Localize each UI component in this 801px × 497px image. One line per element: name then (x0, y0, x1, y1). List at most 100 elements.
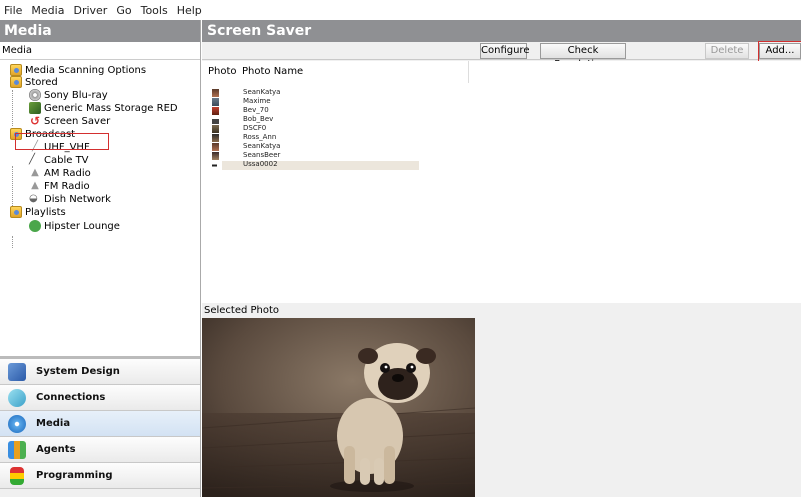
tree-item-playlists[interactable]: Playlists (10, 206, 66, 218)
menu-file[interactable]: File (4, 4, 22, 17)
photo-row[interactable]: SeanKatya (202, 88, 801, 98)
navigator: System Design Connections Media Agents P… (0, 359, 200, 497)
photo-name: Ross_Ann (243, 133, 277, 141)
nav-label: Connections (36, 392, 106, 403)
programming-icon (10, 466, 24, 485)
screen-saver-highlight (15, 133, 109, 150)
photo-thumbnail (212, 125, 219, 133)
menu-help[interactable]: Help (177, 4, 202, 17)
photo-name: DSCF0 (243, 124, 267, 132)
menu-go[interactable]: Go (116, 4, 131, 17)
antenna-icon: ▲ (31, 180, 39, 191)
column-header-photo[interactable]: Photo (208, 61, 237, 83)
menu-media[interactable]: Media (31, 4, 64, 17)
menu-tools[interactable]: Tools (141, 4, 168, 17)
tree-item-fm-radio[interactable]: ▲ FM Radio (29, 180, 90, 192)
tree-item-label: Sony Blu-ray (44, 89, 108, 101)
photo-name: SeanKatya (243, 142, 281, 150)
column-header-photo-name[interactable]: Photo Name (242, 61, 303, 83)
menu-bar: File Media Driver Go Tools Help (0, 0, 801, 20)
tree-connector (12, 236, 13, 248)
tree-item-media-scanning-options[interactable]: Media Scanning Options (10, 64, 146, 76)
photo-row[interactable]: DSCF0 (202, 124, 801, 134)
tree-connector (12, 90, 13, 126)
tree-item-label: Media Scanning Options (25, 64, 147, 76)
tree-item-label: Screen Saver (44, 115, 111, 127)
media-subheader: Media (0, 42, 200, 60)
cable-icon: ╱ (29, 154, 36, 165)
folder-icon (10, 64, 22, 76)
photo-thumbnail (212, 134, 219, 142)
screen-saver-pane: Screen Saver Configure Check Resolutions… (202, 20, 801, 497)
photo-name: Maxime (243, 97, 271, 105)
photo-thumbnail (212, 163, 217, 168)
photo-row[interactable]: SeansBeer (202, 151, 801, 161)
photo-row[interactable]: Maxime (202, 97, 801, 107)
photo-row[interactable]: Bob_Bev (202, 115, 801, 125)
photo-row[interactable]: SeanKatya (202, 142, 801, 152)
nav-system-design[interactable]: System Design (0, 359, 200, 385)
menu-driver[interactable]: Driver (73, 4, 107, 17)
folder-icon (10, 206, 22, 218)
tree-item-cable-tv[interactable]: ╱ Cable TV (29, 154, 89, 166)
check-resolutions-button[interactable]: Check Resolutions (540, 43, 626, 70)
tree-item-am-radio[interactable]: ▲ AM Radio (29, 167, 91, 179)
antenna-icon: ▲ (31, 167, 39, 178)
tree-item-dish-network[interactable]: ◒ Dish Network (29, 193, 111, 205)
selected-photo-preview (202, 318, 475, 497)
media-pane: Media Media Media Scanning Options Store… (0, 20, 201, 497)
photo-row-selected[interactable]: Ussa0002 (202, 160, 801, 170)
selected-photo-label: Selected Photo (202, 303, 801, 318)
screen-saver-icon: ↺ (29, 114, 41, 128)
photo-thumbnail (212, 89, 219, 97)
tree-item-label: Generic Mass Storage RED (44, 102, 178, 114)
tree-item-hipster-lounge[interactable]: Hipster Lounge (29, 220, 120, 232)
photo-list[interactable]: Photo Photo Name SeanKatya Maxime Bev_70… (202, 61, 801, 316)
add-button-highlight (758, 41, 801, 62)
column-separator (468, 61, 469, 83)
media-icon (8, 414, 26, 433)
tree-item-label: Playlists (25, 206, 66, 218)
nav-label: System Design (36, 366, 120, 377)
photo-thumbnail (212, 152, 219, 160)
nav-connections[interactable]: Connections (0, 385, 200, 411)
tree-item-screen-saver[interactable]: ↺ Screen Saver (29, 115, 110, 127)
folder-icon (10, 76, 22, 88)
configure-button[interactable]: Configure (480, 43, 529, 59)
pug-photo (202, 318, 475, 497)
screen-saver-title: Screen Saver (202, 20, 801, 42)
screen-saver-toolbar: Configure Check Resolutions Delete Add..… (202, 42, 801, 70)
photo-name: Ussa0002 (243, 160, 278, 168)
tree-item-label: Cable TV (44, 154, 89, 166)
nav-media[interactable]: Media (0, 411, 200, 437)
photo-thumbnail (212, 107, 219, 115)
nav-label: Programming (36, 470, 113, 481)
usb-storage-icon (29, 102, 41, 114)
dish-icon: ◒ (29, 193, 38, 204)
tree-item-generic-mass-storage[interactable]: Generic Mass Storage RED (29, 102, 178, 114)
system-design-icon (8, 362, 26, 381)
tree-item-label: Dish Network (44, 193, 111, 205)
photo-name: Bev_70 (243, 106, 269, 114)
agents-icon (8, 440, 26, 459)
photo-row[interactable]: Ross_Ann (202, 133, 801, 143)
photo-name: SeanKatya (243, 88, 281, 96)
nav-label: Agents (36, 444, 76, 455)
nav-programming[interactable]: Programming (0, 463, 200, 489)
delete-button[interactable]: Delete (705, 43, 749, 59)
photo-thumbnail (212, 116, 219, 124)
photo-thumbnail (212, 143, 219, 151)
nav-label: Media (36, 418, 71, 429)
photo-row[interactable]: Bev_70 (202, 106, 801, 116)
photo-thumbnail (212, 98, 219, 106)
photo-name: Bob_Bev (243, 115, 274, 123)
disc-icon (29, 89, 41, 101)
tree-item-stored[interactable]: Stored (10, 76, 58, 88)
tree-item-sony-bluray[interactable]: Sony Blu-ray (29, 89, 108, 101)
nav-agents[interactable]: Agents (0, 437, 200, 463)
playlist-icon (29, 220, 41, 232)
photo-name: SeansBeer (243, 151, 281, 159)
tree-item-label: Stored (25, 76, 58, 88)
media-pane-title: Media (0, 20, 200, 42)
tree-item-label: Hipster Lounge (44, 220, 120, 232)
